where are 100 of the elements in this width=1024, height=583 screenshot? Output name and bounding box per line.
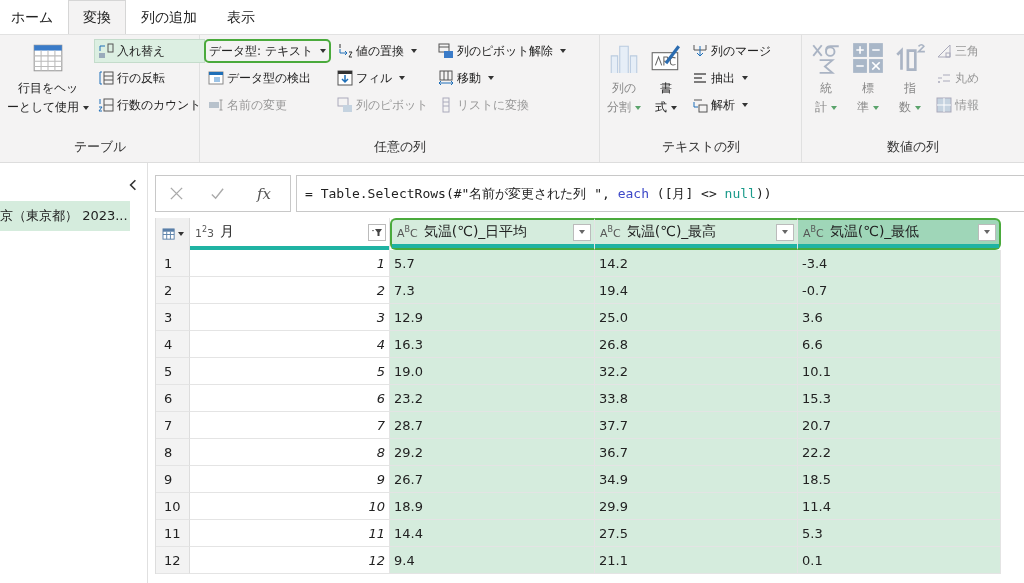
ribbon-tab[interactable]: 列の追加 (126, 0, 212, 34)
column-header[interactable]: 1$^{2}$3 月 (190, 218, 390, 250)
table-cell: 0.1 (798, 547, 1001, 574)
type-label[interactable]: A$^{B}$C (397, 224, 418, 240)
table-cell: 18.5 (798, 466, 1001, 493)
table-cell: -3.4 (798, 250, 1001, 277)
ribbon-button[interactable]: 抽出 (688, 66, 775, 90)
table-cell: 22.2 (798, 439, 1001, 466)
table-cell: 10 (190, 493, 390, 520)
column-header[interactable]: A$^{B}$C 気温(℃)_日平均 (390, 218, 595, 250)
table-cell: 19.0 (390, 358, 595, 385)
triangle-icon (936, 43, 952, 59)
table-cell: 18.9 (390, 493, 595, 520)
ribbon-button[interactable]: 行数のカウント (94, 93, 205, 117)
table-cell: 14.2 (595, 250, 798, 277)
table-cell: 26.7 (390, 466, 595, 493)
type-label[interactable]: A$^{B}$C (803, 224, 824, 240)
table-cell: 11.4 (798, 493, 1001, 520)
ribbon-button[interactable]: データ型の検出 (204, 66, 331, 90)
ribbon-tab[interactable]: 表示 (212, 0, 270, 34)
table-cell: 29.9 (595, 493, 798, 520)
ribbon-button[interactable]: 入れ替え (94, 39, 205, 63)
table-cell: 10.1 (798, 358, 1001, 385)
ribbon-button[interactable]: 行の反転 (94, 66, 205, 90)
ribbon-button[interactable]: 列のマージ (688, 39, 775, 63)
row-number: 2 (156, 277, 190, 304)
parse-icon (692, 97, 708, 113)
table-cell: 20.7 (798, 412, 1001, 439)
caret-icon (782, 230, 788, 234)
ribbon-button[interactable]: 書 式 (646, 39, 686, 120)
ribbon-button[interactable]: 解析 (688, 93, 775, 117)
pivot-icon (336, 97, 353, 113)
table-cell: 19.4 (595, 277, 798, 304)
table-cell: 14.4 (390, 520, 595, 547)
insert-function-button[interactable]: fx (250, 183, 277, 204)
table-cell: 16.3 (390, 331, 595, 358)
arithmetic-grid-icon (851, 41, 885, 75)
table-cell: 21.1 (595, 547, 798, 574)
table-cell: 25.0 (595, 304, 798, 331)
formula-field[interactable]: = Table.SelectRows(#"名前が変更された列 ", each ([月] <> null)) (296, 175, 1024, 212)
table-cell: 34.9 (595, 466, 798, 493)
table-cell: 12 (190, 547, 390, 574)
row-number: 9 (156, 466, 190, 493)
row-number: 4 (156, 331, 190, 358)
table-cell: 33.8 (595, 385, 798, 412)
row-number: 10 (156, 493, 190, 520)
table-cell: 26.8 (595, 331, 798, 358)
table-cell: 15.3 (798, 385, 1001, 412)
ribbon-button[interactable]: フィル (332, 66, 432, 90)
collapse-chevron-icon[interactable] (129, 179, 137, 191)
ribbon-button[interactable]: 列のピボット解除 (433, 39, 570, 63)
info-grid-icon (936, 97, 952, 113)
table-cell: 5.3 (798, 520, 1001, 547)
ribbon-button[interactable]: 値の置換 (332, 39, 432, 63)
table-cell: 5 (190, 358, 390, 385)
row-number: 8 (156, 439, 190, 466)
table-menu-button[interactable] (156, 218, 190, 250)
check-icon[interactable] (209, 186, 225, 201)
dropdown-button[interactable] (573, 223, 591, 241)
group-label: 数値の列 (886, 138, 940, 156)
table-cell: 12.9 (390, 304, 595, 331)
caret-icon (579, 230, 585, 234)
swap-icon (98, 43, 114, 59)
count-rows-icon (98, 97, 114, 113)
reverse-rows-icon (98, 70, 114, 86)
row-number: 6 (156, 385, 190, 412)
ribbon-tab[interactable]: 変換 (68, 0, 126, 34)
query-item[interactable]: 京（東京都） 2023... (0, 201, 130, 231)
table-cell: 28.7 (390, 412, 595, 439)
row-number: 5 (156, 358, 190, 385)
type-label[interactable]: A$^{B}$C (600, 224, 621, 240)
ribbon-button[interactable]: 移動 (433, 66, 570, 90)
dropdown-button[interactable] (776, 223, 794, 241)
table-cell: 7 (190, 412, 390, 439)
type-label[interactable]: 1$^{2}$3 (195, 224, 215, 240)
table-cell: 3.6 (798, 304, 1001, 331)
column-header[interactable]: A$^{B}$C 気温(℃)_最低 (798, 218, 1001, 250)
detect-type-icon (208, 70, 224, 86)
group-label: テーブル (72, 138, 127, 156)
ribbon-button[interactable]: 行目をヘッ ーとして使用 (4, 39, 92, 120)
ribbon-tab[interactable]: ホーム (0, 0, 68, 34)
table-cell: 9 (190, 466, 390, 493)
row-number: 3 (156, 304, 190, 331)
column-header[interactable]: A$^{B}$C 気温(℃)_最高 (595, 218, 798, 250)
caret-icon (984, 230, 990, 234)
table-cell: 27.5 (595, 520, 798, 547)
caret-icon (177, 232, 184, 236)
row-number: 11 (156, 520, 190, 547)
ribbon-button[interactable]: データ型: テキスト (204, 39, 331, 63)
table-cell: 9.4 (390, 547, 595, 574)
table-cell: 3 (190, 304, 390, 331)
filter-button[interactable] (368, 223, 386, 241)
table-cell: 5.7 (390, 250, 595, 277)
table-cell: 29.2 (390, 439, 595, 466)
table-cell: 6.6 (798, 331, 1001, 358)
fill-down-icon (336, 70, 353, 86)
dropdown-button[interactable] (978, 223, 996, 241)
move-columns-icon (437, 70, 454, 86)
group-label: テキストの列 (660, 138, 741, 156)
table-cell: 7.3 (390, 277, 595, 304)
